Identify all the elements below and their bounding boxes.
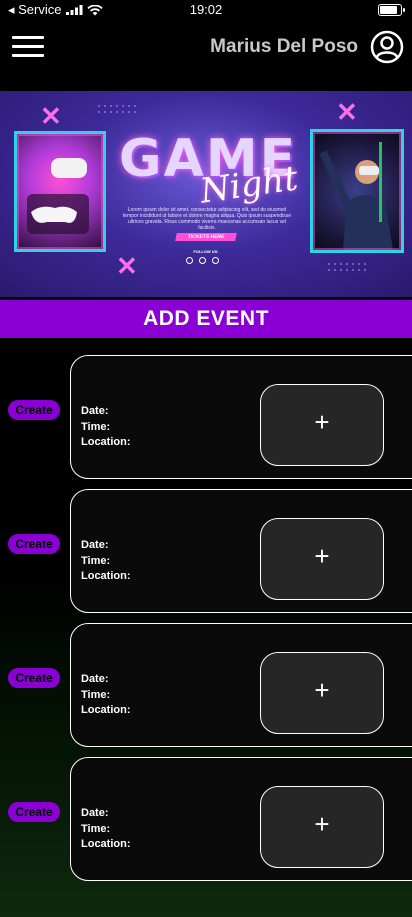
add-media-button[interactable]: + (260, 652, 384, 734)
event-row: Create Date: Time: Location: + (0, 757, 412, 883)
event-card: Date: Time: Location: + (70, 355, 412, 479)
event-card: Date: Time: Location: + (70, 489, 412, 613)
social-icons (186, 257, 219, 264)
location-label: Location: (81, 570, 131, 582)
game-night-banner: ✕ ✕ ✕ GAME Night Lorem ipsum dolor sit a… (0, 91, 412, 297)
event-card: Date: Time: Location: + (70, 623, 412, 747)
create-button[interactable]: Create (8, 668, 60, 688)
create-button[interactable]: Create (8, 802, 60, 822)
hamburger-icon[interactable] (12, 36, 44, 58)
time-label: Time: (81, 554, 111, 567)
x-decoration-icon: ✕ (116, 251, 138, 281)
event-fields: Date: Time: Location: (81, 672, 131, 719)
create-button[interactable]: Create (8, 534, 60, 554)
date-label: Date: (81, 405, 109, 417)
add-media-button[interactable]: + (260, 518, 384, 600)
clock: 19:02 (189, 2, 223, 17)
create-button[interactable]: Create (8, 400, 60, 420)
social-icon[interactable] (186, 257, 193, 264)
plus-icon: + (314, 809, 330, 839)
dot-pattern (96, 103, 136, 117)
event-row: Create Date: Time: Location: + (0, 623, 412, 749)
plus-icon: + (314, 407, 330, 437)
username: Marius Del Poso (210, 36, 358, 57)
plus-icon: + (314, 541, 330, 571)
add-media-button[interactable]: + (260, 384, 384, 466)
x-decoration-icon: ✕ (336, 97, 358, 127)
event-fields: Date: Time: Location: (81, 806, 131, 853)
banner-body-text: Lorem ipsum dolor sit amet, consectetur … (122, 207, 292, 231)
x-decoration-icon: ✕ (40, 101, 62, 131)
event-fields: Date: Time: Location: (81, 404, 131, 451)
status-bar: ◂ Service 19:02 (0, 0, 412, 20)
vr-player-photo (14, 131, 106, 252)
event-card: Date: Time: Location: + (70, 757, 412, 881)
app-header: Marius Del Poso (0, 28, 412, 68)
tickets-button[interactable]: TICKETS HERE (175, 233, 237, 241)
vr-gamer-photo (310, 129, 404, 253)
location-label: Location: (81, 838, 131, 850)
event-row: Create Date: Time: Location: + (0, 355, 412, 481)
date-label: Date: (81, 807, 109, 819)
time-label: Time: (81, 688, 111, 701)
location-label: Location: (81, 436, 131, 448)
plus-icon: + (314, 675, 330, 705)
location-label: Location: (81, 704, 131, 716)
date-label: Date: (81, 673, 109, 685)
user-circle-icon[interactable] (370, 30, 404, 64)
add-event-button[interactable]: ADD EVENT (0, 300, 412, 338)
event-fields: Date: Time: Location: (81, 538, 131, 585)
event-row: Create Date: Time: Location: + (0, 489, 412, 615)
dot-pattern (326, 261, 366, 275)
time-label: Time: (81, 822, 111, 835)
battery-icon (378, 4, 405, 16)
social-icon[interactable] (199, 257, 206, 264)
time-label: Time: (81, 420, 111, 433)
add-media-button[interactable]: + (260, 786, 384, 868)
follow-label: FOLLOW US: (193, 249, 219, 254)
social-icon[interactable] (212, 257, 219, 264)
date-label: Date: (81, 539, 109, 551)
